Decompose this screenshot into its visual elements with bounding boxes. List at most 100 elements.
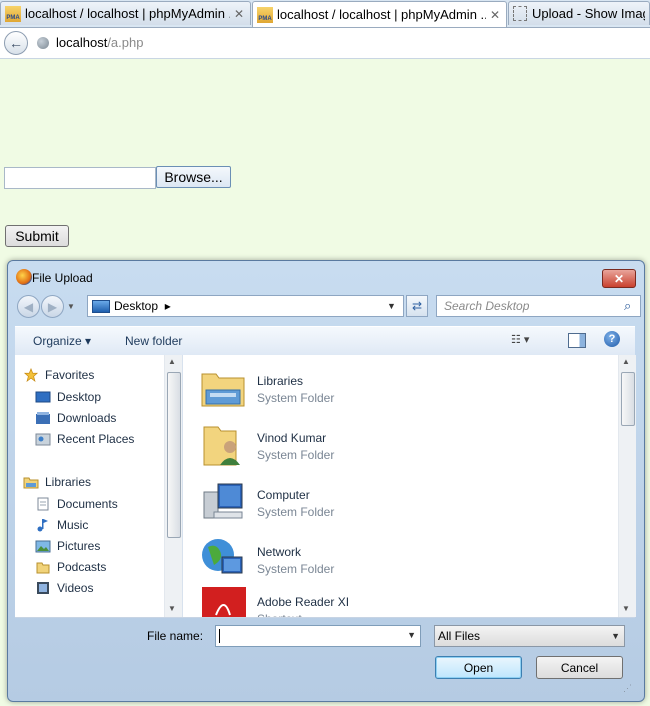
submit-button[interactable]: Submit <box>5 225 69 247</box>
search-desktop-input[interactable]: Search Desktop ⌕ <box>436 295 641 317</box>
item-name: Vinod Kumar <box>257 431 327 445</box>
blank-page-icon <box>513 6 527 21</box>
computer-icon <box>203 483 243 519</box>
url-bar[interactable]: localhost/a.php <box>56 35 143 50</box>
network-icon <box>202 539 243 574</box>
search-placeholder: Search Desktop <box>444 299 530 313</box>
help-icon[interactable]: ? <box>604 331 620 347</box>
videos-icon <box>37 582 49 594</box>
star-icon <box>23 368 39 382</box>
chevron-down-icon: ▼ <box>611 631 620 641</box>
back-arrow-icon: ← <box>9 35 23 51</box>
dialog-forward-button[interactable]: ▶ <box>41 295 64 318</box>
recent-locations-icon[interactable]: ▼ <box>67 302 75 311</box>
item-name: Libraries <box>257 374 304 388</box>
filter-value: All Files <box>438 629 481 643</box>
new-folder-button[interactable]: New folder <box>125 334 182 348</box>
chevron-down-icon[interactable]: ▼ <box>387 301 403 311</box>
tab-phpmyadmin-2[interactable]: PMA localhost / localhost | phpMyAdmin .… <box>252 1 507 27</box>
podcasts-icon <box>36 562 50 574</box>
dialog-toolbar: Organize ▾ New folder ☷ ▾ ? <box>15 326 635 356</box>
downloads-icon <box>36 412 50 424</box>
scroll-down-icon[interactable]: ▼ <box>622 604 630 613</box>
scroll-up-icon[interactable]: ▲ <box>168 357 176 366</box>
file-item-adobe-reader[interactable]: Adobe Reader XI Shortcut <box>195 583 595 617</box>
file-list-scrollbar[interactable]: ▲ ▼ <box>618 355 636 617</box>
tab-label: localhost / localhost | phpMyAdmin ... <box>277 7 486 22</box>
cancel-button[interactable]: Cancel <box>536 656 623 679</box>
tab-phpmyadmin-1[interactable]: PMA localhost / localhost | phpMyAdmin .… <box>0 1 251 25</box>
file-path-input[interactable] <box>4 167 156 189</box>
dialog-body: Favorites Desktop Downloads Recent Place… <box>15 355 636 618</box>
item-name: Network <box>257 545 302 559</box>
file-item-vinod-kumar[interactable]: Vinod Kumar System Folder <box>195 419 595 469</box>
url-host: localhost <box>56 35 108 50</box>
tab-bar: PMA localhost / localhost | phpMyAdmin .… <box>0 0 650 28</box>
nav-item-libraries[interactable]: Libraries <box>23 473 91 491</box>
tab-label: localhost / localhost | phpMyAdmin ... <box>25 6 230 21</box>
open-button[interactable]: Open <box>435 656 522 679</box>
file-item-network[interactable]: Network System Folder <box>195 533 595 583</box>
file-upload-dialog: File Upload ✕ ◀ ▶ ▼ Desktop ▸ ▼ ⇄ Search… <box>7 260 645 702</box>
resize-grip-icon[interactable]: ⋰ <box>623 683 632 694</box>
nav-item-recent-places[interactable]: Recent Places <box>35 430 134 448</box>
dialog-footer: File name: ▼ All Files ▼ Open Cancel ⋰ <box>15 618 635 696</box>
item-name: Computer <box>257 488 310 502</box>
dialog-address-row: ◀ ▶ ▼ Desktop ▸ ▼ ⇄ Search Desktop ⌕ <box>16 294 641 320</box>
file-type-filter[interactable]: All Files ▼ <box>434 625 625 647</box>
chevron-down-icon[interactable]: ▼ <box>407 630 416 640</box>
preview-pane-icon[interactable] <box>568 333 586 348</box>
dialog-close-button[interactable]: ✕ <box>602 269 636 288</box>
item-type: System Folder <box>257 562 335 576</box>
view-options-icon[interactable]: ☷ ▾ <box>511 333 529 346</box>
nav-item-favorites[interactable]: Favorites <box>23 366 94 384</box>
organize-button[interactable]: Organize ▾ <box>33 334 91 348</box>
tab-upload-show-image[interactable]: Upload - Show Image <box>508 1 650 25</box>
refresh-button[interactable]: ⇄ <box>406 295 428 317</box>
nav-item-desktop[interactable]: Desktop <box>35 388 101 406</box>
navigation-pane: Favorites Desktop Downloads Recent Place… <box>15 355 183 617</box>
libraries-folder-icon <box>201 373 245 407</box>
file-list: Libraries System Folder Vinod Kumar Syst… <box>195 355 615 617</box>
history-arrows: ◀ ▶ ▼ <box>17 295 77 319</box>
dialog-back-button[interactable]: ◀ <box>17 295 40 318</box>
back-button[interactable]: ← <box>4 31 28 55</box>
close-tab-icon[interactable]: ✕ <box>490 8 502 22</box>
phpmyadmin-icon: PMA <box>5 5 21 22</box>
file-list-scroll-thumb[interactable] <box>621 372 635 426</box>
desktop-icon <box>92 299 110 313</box>
search-icon[interactable]: ⌕ <box>624 298 640 314</box>
location-bar[interactable]: Desktop ▸ ▼ <box>87 295 404 317</box>
item-name: Adobe Reader XI <box>257 595 350 609</box>
browse-button[interactable]: Browse... <box>156 166 231 188</box>
nav-item-videos[interactable]: Videos <box>35 579 93 597</box>
pictures-icon <box>35 540 51 553</box>
file-item-computer[interactable]: Computer System Folder <box>195 476 595 526</box>
nav-item-downloads[interactable]: Downloads <box>35 409 116 427</box>
phpmyadmin-icon: PMA <box>257 6 273 23</box>
scroll-up-icon[interactable]: ▲ <box>622 357 630 366</box>
recent-places-icon <box>35 433 51 446</box>
nav-item-documents[interactable]: Documents <box>35 495 118 513</box>
item-type: Shortcut <box>257 612 302 617</box>
dialog-title: File Upload <box>32 271 93 285</box>
item-type: System Folder <box>257 505 335 519</box>
nav-item-podcasts[interactable]: Podcasts <box>35 558 106 576</box>
close-tab-icon[interactable]: ✕ <box>234 7 246 21</box>
url-path: /a.php <box>107 35 144 50</box>
navigation-scroll-thumb[interactable] <box>167 372 181 538</box>
file-name-field[interactable]: ▼ <box>215 625 421 647</box>
nav-item-pictures[interactable]: Pictures <box>35 537 100 555</box>
item-type: System Folder <box>257 391 335 405</box>
navigation-scrollbar[interactable]: ▲ ▼ <box>164 355 182 617</box>
music-icon <box>37 519 48 532</box>
location-text: Desktop ▸ <box>114 299 171 313</box>
libraries-icon <box>23 477 39 489</box>
file-item-libraries[interactable]: Libraries System Folder <box>195 362 595 412</box>
file-name-label: File name: <box>147 629 204 643</box>
desktop-icon <box>35 391 51 403</box>
globe-icon <box>37 37 49 49</box>
user-folder-icon <box>203 426 240 466</box>
scroll-down-icon[interactable]: ▼ <box>168 604 176 613</box>
nav-item-music[interactable]: Music <box>35 516 88 534</box>
